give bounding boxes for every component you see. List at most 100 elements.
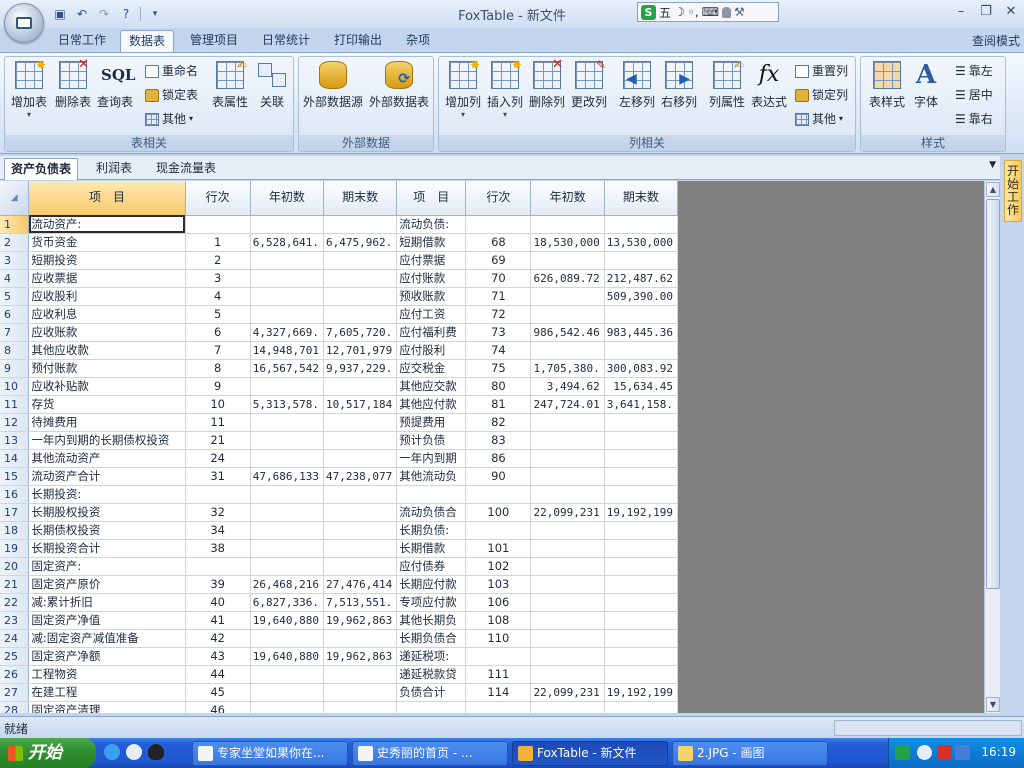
table-cell[interactable]: 10,517,184 bbox=[323, 395, 398, 414]
table-cell[interactable]: 12,701,979 bbox=[323, 341, 398, 360]
table-cell[interactable]: 递延税款贷 bbox=[396, 665, 467, 684]
table-cell[interactable] bbox=[250, 683, 324, 702]
table-cell[interactable] bbox=[323, 701, 398, 713]
table-cell[interactable] bbox=[250, 413, 324, 432]
table-cell[interactable]: 8 bbox=[185, 359, 251, 378]
table-cell[interactable]: 9,937,229. bbox=[323, 359, 398, 378]
table-cell[interactable] bbox=[250, 665, 324, 684]
table-cell[interactable] bbox=[323, 287, 398, 306]
row-number[interactable]: 15 bbox=[0, 467, 30, 486]
column-other-button[interactable]: 其他 ▾ bbox=[795, 109, 843, 129]
tab-misc[interactable]: 杂项 bbox=[398, 30, 438, 52]
sheet-tab-cashflow[interactable]: 现金流量表 bbox=[150, 158, 222, 180]
row-number[interactable]: 3 bbox=[0, 251, 30, 270]
table-cell[interactable]: 7 bbox=[185, 341, 251, 360]
table-other-button[interactable]: 其他 ▾ bbox=[145, 109, 193, 129]
table-cell[interactable] bbox=[530, 575, 605, 594]
row-number[interactable]: 19 bbox=[0, 539, 30, 558]
table-cell[interactable]: 其他应收款 bbox=[28, 341, 186, 360]
table-cell[interactable] bbox=[250, 521, 324, 540]
table-cell[interactable] bbox=[530, 647, 605, 666]
close-button[interactable]: ✕ bbox=[1000, 4, 1022, 22]
table-cell[interactable] bbox=[604, 305, 678, 324]
table-cell[interactable]: 103 bbox=[465, 575, 532, 594]
align-right-button[interactable]: ☰ 靠右 bbox=[955, 109, 993, 129]
table-cell[interactable] bbox=[465, 647, 532, 666]
table-cell[interactable] bbox=[604, 251, 678, 270]
table-cell[interactable]: 26,468,216 bbox=[250, 575, 324, 594]
table-cell[interactable]: 长期负债合 bbox=[396, 629, 467, 648]
row-number[interactable]: 21 bbox=[0, 575, 30, 594]
table-cell[interactable]: 5 bbox=[185, 305, 251, 324]
table-cell[interactable] bbox=[530, 557, 605, 576]
table-cell[interactable]: 固定资产清理 bbox=[28, 701, 186, 713]
table-cell[interactable]: 待摊费用 bbox=[28, 413, 186, 432]
reset-column-button[interactable]: 重置列 bbox=[795, 61, 848, 81]
table-cell[interactable]: 15,634.45 bbox=[604, 377, 678, 396]
table-cell[interactable]: 300,083.92 bbox=[604, 359, 678, 378]
table-cell[interactable]: 应付票据 bbox=[396, 251, 467, 270]
network-icon[interactable] bbox=[955, 745, 970, 760]
table-cell[interactable]: 102 bbox=[465, 557, 532, 576]
table-cell[interactable] bbox=[530, 629, 605, 648]
table-cell[interactable]: 9 bbox=[185, 377, 251, 396]
table-cell[interactable] bbox=[250, 449, 324, 468]
expression-button[interactable]: fx 表达式 bbox=[749, 61, 789, 131]
table-cell[interactable]: 4,327,669. bbox=[250, 323, 324, 342]
table-cell[interactable]: 流动负债合 bbox=[396, 503, 467, 522]
table-cell[interactable]: 74 bbox=[465, 341, 532, 360]
table-cell[interactable] bbox=[323, 251, 398, 270]
insert-column-button[interactable]: ✸ 插入列 ▾ bbox=[485, 58, 525, 131]
table-style-button[interactable]: 表样式 bbox=[865, 61, 909, 131]
table-cell[interactable] bbox=[250, 539, 324, 558]
table-cell[interactable]: 6 bbox=[185, 323, 251, 342]
table-cell[interactable] bbox=[465, 485, 532, 504]
table-cell[interactable] bbox=[530, 413, 605, 432]
row-number[interactable]: 16 bbox=[0, 485, 30, 504]
table-cell[interactable]: 32 bbox=[185, 503, 251, 522]
table-cell[interactable]: 22,099,231 bbox=[530, 683, 605, 702]
table-cell[interactable] bbox=[604, 647, 678, 666]
table-cell[interactable]: 90 bbox=[465, 467, 532, 486]
table-cell[interactable]: 10 bbox=[185, 395, 251, 414]
table-cell[interactable]: 19,192,199 bbox=[604, 503, 678, 522]
table-cell[interactable]: 39 bbox=[185, 575, 251, 594]
table-cell[interactable]: 27,476,414 bbox=[323, 575, 398, 594]
table-cell[interactable]: 应付债券 bbox=[396, 557, 467, 576]
table-cell[interactable] bbox=[323, 521, 398, 540]
row-number[interactable]: 25 bbox=[0, 647, 30, 666]
tab-print-output[interactable]: 打印输出 bbox=[326, 30, 390, 52]
table-cell[interactable]: 13,530,000 bbox=[604, 233, 678, 252]
table-cell[interactable]: 其他流动资产 bbox=[28, 449, 186, 468]
browser-icon[interactable] bbox=[126, 744, 142, 760]
table-cell[interactable]: 111 bbox=[465, 665, 532, 684]
row-number[interactable]: 18 bbox=[0, 521, 30, 540]
table-cell[interactable] bbox=[530, 287, 605, 306]
table-cell[interactable]: 长期股权投资 bbox=[28, 503, 186, 522]
table-cell[interactable] bbox=[530, 665, 605, 684]
table-cell[interactable]: 626,089.72 bbox=[530, 269, 605, 288]
table-cell[interactable] bbox=[323, 665, 398, 684]
antivirus-icon[interactable] bbox=[937, 745, 952, 760]
ime-tool-icon[interactable]: ⚒ bbox=[734, 5, 745, 19]
table-cell[interactable] bbox=[323, 449, 398, 468]
table-cell[interactable]: 73 bbox=[465, 323, 532, 342]
row-number[interactable]: 11 bbox=[0, 395, 30, 414]
table-cell[interactable]: 预收账款 bbox=[396, 287, 467, 306]
table-cell[interactable] bbox=[323, 683, 398, 702]
table-cell[interactable]: 4 bbox=[185, 287, 251, 306]
tab-manage-project[interactable]: 管理项目 bbox=[182, 30, 246, 52]
table-cell[interactable] bbox=[604, 449, 678, 468]
table-cell[interactable]: 7,605,720. bbox=[323, 323, 398, 342]
table-cell[interactable] bbox=[250, 269, 324, 288]
restore-button[interactable]: ❐ bbox=[975, 4, 997, 22]
table-cell[interactable]: 货币资金 bbox=[28, 233, 186, 252]
table-cell[interactable]: 44 bbox=[185, 665, 251, 684]
table-cell[interactable]: 长期投资: bbox=[28, 485, 186, 504]
table-cell[interactable] bbox=[530, 521, 605, 540]
row-number[interactable]: 10 bbox=[0, 377, 30, 396]
column-header[interactable]: 项 目 bbox=[28, 181, 186, 216]
lock-column-button[interactable]: 锁定列 bbox=[795, 85, 848, 105]
task-button[interactable]: 史秀丽的首页 - ... bbox=[352, 741, 508, 766]
table-cell[interactable] bbox=[323, 503, 398, 522]
